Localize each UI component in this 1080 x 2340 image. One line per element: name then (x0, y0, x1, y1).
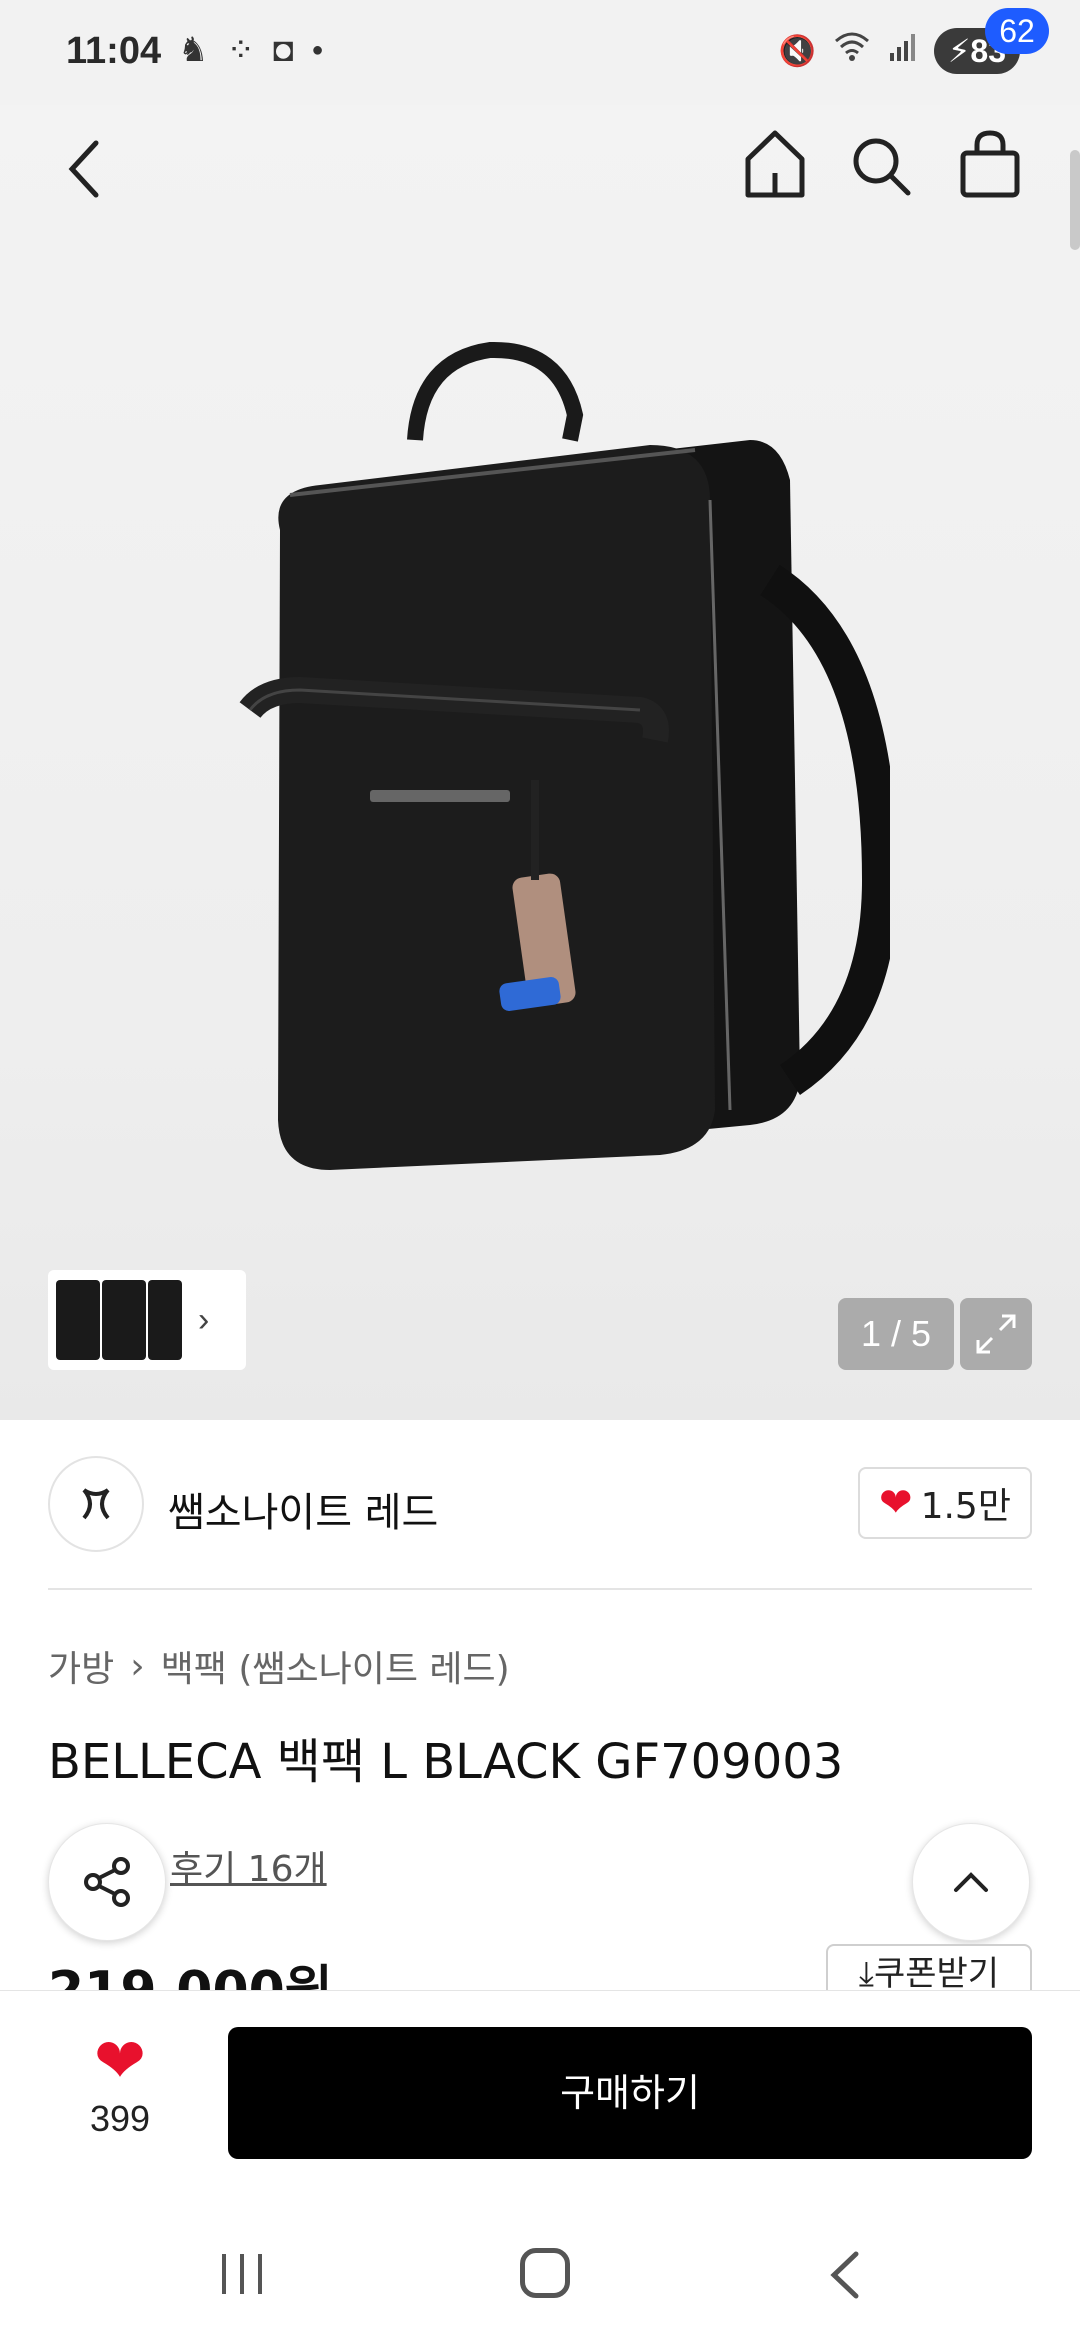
thumbnail-image[interactable] (148, 1280, 182, 1360)
heart-icon: ❤ (879, 1481, 913, 1525)
signal-icon (888, 31, 918, 71)
share-button[interactable] (48, 1823, 166, 1941)
back-button[interactable] (56, 123, 116, 203)
buy-button[interactable]: 구매하기 (228, 2027, 1032, 2159)
status-bar: 11:04 ♞ ⁘ ◘ ● 🔇 ⚡83 (0, 0, 1080, 105)
expand-image-button[interactable] (960, 1298, 1032, 1370)
chevron-up-icon (954, 1872, 988, 1892)
product-photo (239, 341, 890, 1170)
thumbnail-image[interactable] (56, 1280, 100, 1360)
breadcrumb-category[interactable]: 가방 (48, 1640, 114, 1692)
product-price: 219,000원 (48, 1948, 333, 1990)
product-title: BELLECA 백팩 L BLACK GF709003 (48, 1734, 844, 1790)
home-icon (745, 130, 805, 198)
status-notification-icons: ♞ ⁘ ◘ ● (178, 30, 324, 70)
app-notification-icon: ♞ (178, 31, 209, 69)
breadcrumb-separator-icon: › (130, 1645, 145, 1687)
wishlist-count: 399 (89, 2098, 151, 2139)
scroll-to-top-button[interactable] (912, 1823, 1030, 1941)
brand-logo[interactable] (48, 1456, 144, 1552)
thumbnail-next-icon[interactable]: › (198, 1301, 209, 1340)
wifi-icon (832, 31, 872, 71)
status-time: 11:04 (66, 30, 162, 72)
breadcrumb-subcategory[interactable]: 백팩 (쌤소나이트 레드) (161, 1640, 510, 1692)
home-button[interactable] (740, 119, 810, 199)
coupon-label: 쿠폰받기 (873, 1954, 1000, 1992)
cart-icon (960, 130, 1020, 198)
app-notification-icon: ◘ (272, 31, 294, 69)
status-right: 🔇 ⚡83 (779, 28, 1020, 74)
search-button[interactable] (846, 121, 916, 201)
top-app-bar (0, 105, 1080, 225)
app-notification-icon: ⁘ (226, 31, 255, 69)
review-link[interactable]: 후기 16개 (170, 1840, 327, 1892)
share-icon (84, 1857, 130, 1907)
divider (48, 1588, 1032, 1590)
heart-icon: ❤ (94, 2027, 146, 2096)
thumbnail-image[interactable] (102, 1280, 146, 1360)
download-icon: ⤓ (858, 1954, 874, 1992)
recents-icon[interactable] (218, 2252, 268, 2296)
thumbnail-strip[interactable]: › (48, 1270, 246, 1370)
brand-like-button[interactable]: ❤ 1.5만 (858, 1467, 1032, 1539)
samsonite-logo-icon (82, 1488, 110, 1520)
home-nav-icon[interactable] (520, 2248, 570, 2298)
mute-icon: 🔇 (778, 34, 816, 68)
image-page-counter: 1 / 5 (838, 1298, 954, 1370)
back-nav-icon[interactable] (826, 2250, 866, 2300)
search-icon (853, 138, 911, 196)
breadcrumb: 가방 › 백팩 (쌤소나이트 레드) (48, 1640, 510, 1692)
cart-count-badge: 62 (985, 8, 1049, 54)
brand-name[interactable]: 쌤소나이트 레드 (168, 1480, 438, 1538)
brand-like-count: 1.5만 (920, 1486, 1011, 1527)
wishlist-button[interactable]: ❤ 399 (60, 2030, 180, 2150)
more-dot-icon: ● (311, 39, 324, 61)
coupon-button[interactable]: ⤓쿠폰받기 (826, 1944, 1032, 1992)
expand-icon (976, 1314, 1016, 1354)
cart-button[interactable] (955, 119, 1025, 199)
back-icon (68, 140, 99, 198)
